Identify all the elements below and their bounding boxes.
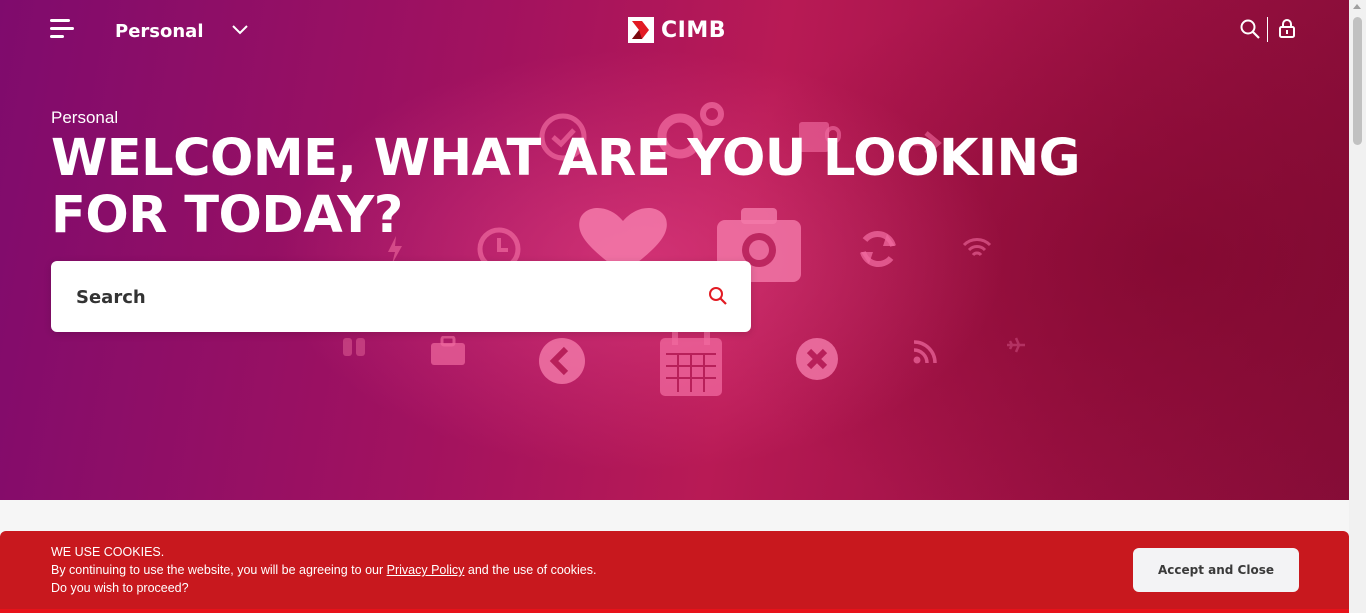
cookie-message: WE USE COOKIES. By continuing to use the… [51, 543, 596, 597]
plane-icon [1007, 337, 1025, 353]
cookie-bottom-border [0, 609, 1349, 613]
search-icon[interactable] [1240, 19, 1260, 39]
briefcase-icon [431, 336, 465, 365]
search-input[interactable] [74, 279, 698, 315]
scrollbar-thumb[interactable] [1353, 17, 1362, 145]
cookie-banner: WE USE COOKIES. By continuing to use the… [0, 531, 1349, 613]
segment-dropdown[interactable]: Personal [115, 18, 248, 44]
segment-label: Personal [115, 20, 204, 42]
page: Personal CIMB Personal WELCOME, WHAT ARE… [0, 0, 1366, 613]
cookie-text-before-link: By continuing to use the website, you wi… [51, 563, 387, 577]
privacy-policy-link[interactable]: Privacy Policy [387, 563, 465, 577]
cookie-body: By continuing to use the website, you wi… [51, 561, 596, 579]
hero-headline: WELCOME, WHAT ARE YOU LOOKING FOR TODAY? [51, 129, 1080, 245]
vertical-scrollbar[interactable] [1349, 0, 1366, 613]
back-circle-icon [539, 338, 585, 384]
lock-icon[interactable] [1278, 18, 1296, 38]
hero-banner [0, 0, 1349, 500]
brand-logo[interactable]: CIMB [628, 17, 726, 43]
chevron-down-icon [232, 25, 248, 35]
cookie-question: Do you wish to proceed? [51, 581, 189, 595]
cookie-text-after-link: and the use of cookies. [464, 563, 597, 577]
scroll-up-arrow-icon[interactable] [1353, 4, 1361, 9]
brand-name: CIMB [661, 17, 726, 43]
binoculars-icon [343, 338, 365, 356]
menu-icon[interactable] [50, 19, 74, 39]
hero-background-illustration [0, 0, 1349, 500]
cookie-title: WE USE COOKIES. [51, 545, 165, 559]
cimb-logo-mark [628, 17, 654, 43]
close-circle-icon [796, 338, 838, 380]
top-navigation: Personal CIMB [0, 0, 1349, 62]
calendar-icon [660, 331, 722, 396]
rss-icon [913, 340, 937, 364]
hero-search-box [51, 261, 751, 332]
header-divider [1267, 17, 1268, 42]
accept-and-close-button[interactable]: Accept and Close [1133, 548, 1299, 592]
search-icon[interactable] [708, 286, 728, 306]
hero-eyebrow: Personal [51, 108, 119, 127]
